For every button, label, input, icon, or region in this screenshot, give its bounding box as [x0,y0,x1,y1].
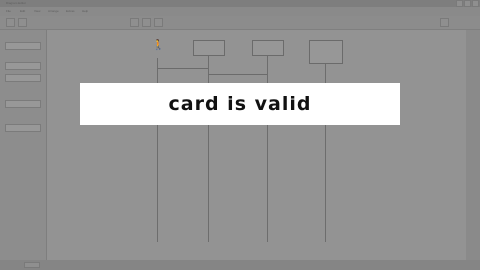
page-tab[interactable] [24,262,40,268]
menu-item-view[interactable]: View [34,9,40,13]
close-button[interactable] [472,0,479,7]
window-title: Diagram Editor [6,1,27,5]
window-titlebar: Diagram Editor [0,0,480,7]
minimize-button[interactable] [456,0,463,7]
caption-overlay: card is valid [80,83,400,125]
delete-icon[interactable] [130,18,139,27]
caption-text: card is valid [168,93,312,115]
maximize-button[interactable] [464,0,471,7]
participant-box-c[interactable] [309,40,343,64]
menu-bar: File Edit View Arrange Extras Help [0,7,480,16]
vertical-scrollbar[interactable] [466,30,480,260]
palette-shapes-row-5[interactable] [5,124,41,132]
actor-icon[interactable]: 🚶 [152,40,164,51]
menu-item-help[interactable]: Help [82,9,88,13]
diagram-canvas[interactable]: 🚶 [47,30,466,260]
redo-icon[interactable] [18,18,27,27]
shape-palette [0,30,47,260]
undo-icon[interactable] [6,18,15,27]
toolbar [0,16,480,30]
menu-item-edit[interactable]: Edit [20,9,25,13]
palette-shapes-row-3[interactable] [5,74,41,82]
palette-shapes-row-1[interactable] [5,42,41,50]
palette-shapes-row-4[interactable] [5,100,41,108]
menu-item-file[interactable]: File [6,9,11,13]
participant-box-a[interactable] [193,40,225,56]
zoom-in-icon[interactable] [142,18,151,27]
participant-box-b[interactable] [252,40,284,56]
palette-shapes-row-2[interactable] [5,62,41,70]
zoom-out-icon[interactable] [154,18,163,27]
format-icon[interactable] [440,18,449,27]
menu-item-extras[interactable]: Extras [66,9,75,13]
message-arrow-1[interactable] [157,68,208,69]
menu-item-arrange[interactable]: Arrange [48,9,59,13]
message-arrow-2[interactable] [208,74,267,75]
status-bar [0,260,480,270]
